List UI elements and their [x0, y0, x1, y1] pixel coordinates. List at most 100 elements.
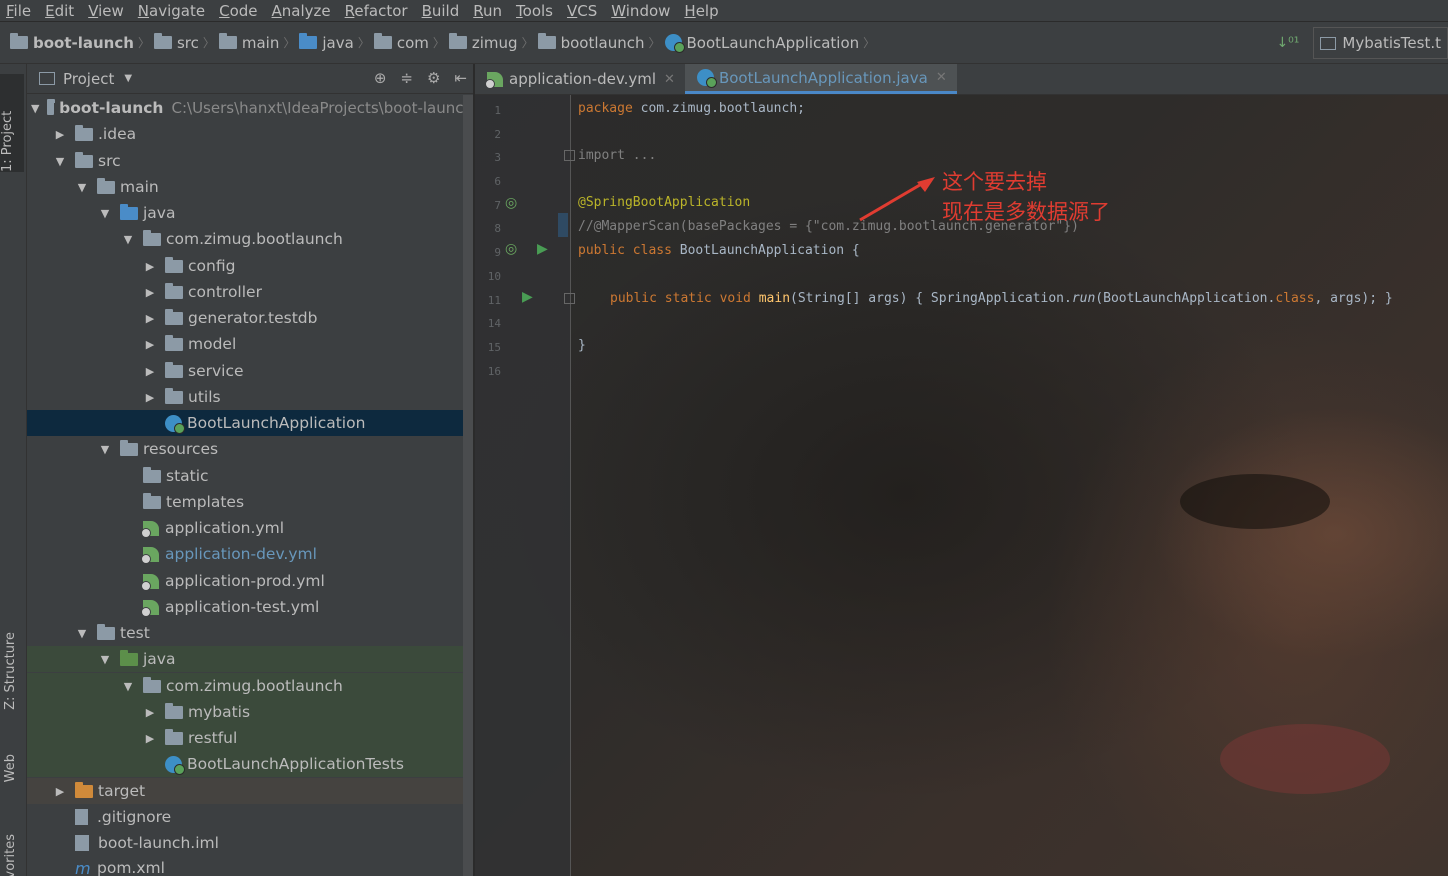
- project-panel-scrollbar[interactable]: [463, 95, 473, 876]
- menu-tools[interactable]: Tools: [516, 2, 553, 20]
- menu-code[interactable]: Code: [219, 2, 257, 20]
- spring-bean-icon[interactable]: ◎: [505, 195, 517, 211]
- code-line-7[interactable]: @SpringBootApplication: [578, 195, 750, 210]
- tree-item-target[interactable]: ▶ target: [27, 778, 473, 804]
- expand-arrow-icon[interactable]: ▶: [143, 732, 157, 745]
- chevron-down-icon[interactable]: ▼: [124, 73, 132, 84]
- tree-item-boot-launch[interactable]: ▼ boot-launch C:\Users\hanxt\IdeaProject…: [27, 95, 473, 121]
- code-line-11[interactable]: public static void main(String[] args) {…: [610, 291, 1393, 306]
- menu-view[interactable]: View: [88, 2, 124, 20]
- tree-item-java[interactable]: ▼ java: [27, 200, 473, 226]
- tree-item-gitignore[interactable]: .gitignore: [27, 804, 473, 830]
- menu-refactor[interactable]: Refactor: [345, 2, 408, 20]
- expand-arrow-icon[interactable]: ▼: [98, 653, 112, 666]
- tree-item-pom-xml[interactable]: m pom.xml: [27, 855, 473, 876]
- tree-item-application-prod-yml[interactable]: application-prod.yml: [27, 568, 473, 594]
- web-tool-window-tab[interactable]: Web: [3, 754, 18, 782]
- expand-arrow-icon[interactable]: ▼: [98, 443, 112, 456]
- run-icon[interactable]: ▶: [522, 289, 533, 305]
- tree-item-test[interactable]: ▼ test: [27, 620, 473, 646]
- tree-item-test-package[interactable]: ▼ com.zimug.bootlaunch: [27, 673, 473, 699]
- expand-arrow-icon[interactable]: ▼: [121, 233, 135, 246]
- menu-file[interactable]: File: [6, 2, 31, 20]
- expand-arrow-icon[interactable]: ▶: [53, 128, 67, 141]
- tree-item-test-java[interactable]: ▼ java: [27, 646, 473, 672]
- tree-item-config[interactable]: ▶ config: [27, 253, 473, 279]
- tree-item-generator-testdb[interactable]: ▶ generator.testdb: [27, 305, 473, 331]
- tree-item-application-test-yml[interactable]: application-test.yml: [27, 594, 473, 620]
- tree-item-bootlaunchapplicationtests[interactable]: BootLaunchApplicationTests: [27, 751, 473, 777]
- expand-arrow-icon[interactable]: ▼: [98, 207, 112, 220]
- code-line-1[interactable]: package com.zimug.bootlaunch;: [578, 101, 805, 116]
- breadcrumb-src[interactable]: src 〉: [153, 33, 215, 52]
- expand-arrow-icon[interactable]: ▶: [53, 785, 67, 798]
- tree-item-templates[interactable]: templates: [27, 489, 473, 515]
- tree-item-service[interactable]: ▶ service: [27, 358, 473, 384]
- tree-item-package[interactable]: ▼ com.zimug.bootlaunch: [27, 226, 473, 252]
- tree-item-boot-launch-iml[interactable]: boot-launch.iml: [27, 830, 473, 856]
- locate-target-icon[interactable]: ⊕: [374, 69, 387, 87]
- run-icon[interactable]: ▶: [537, 241, 548, 257]
- menu-help[interactable]: Help: [684, 2, 718, 20]
- hide-panel-icon[interactable]: ⇤: [454, 69, 467, 87]
- tree-item-resources[interactable]: ▼ resources: [27, 436, 473, 462]
- fold-icon[interactable]: [564, 150, 575, 161]
- tree-item-bootlaunchapplication[interactable]: BootLaunchApplication: [27, 410, 473, 436]
- menu-navigate[interactable]: Navigate: [138, 2, 205, 20]
- tree-item-mybatis[interactable]: ▶ mybatis: [27, 699, 473, 725]
- folded-imports[interactable]: import ...: [578, 148, 656, 163]
- expand-arrow-icon[interactable]: ▼: [53, 155, 67, 168]
- spring-bean-icon[interactable]: ◎: [505, 241, 517, 257]
- code-line-9[interactable]: public class BootLaunchApplication {: [578, 243, 860, 258]
- code-line-15[interactable]: }: [578, 338, 586, 353]
- expand-arrow-icon[interactable]: ▼: [75, 181, 89, 194]
- menu-window[interactable]: Window: [611, 2, 670, 20]
- menu-vcs[interactable]: VCS: [567, 2, 597, 20]
- expand-arrow-icon[interactable]: ▶: [143, 365, 157, 378]
- breadcrumb-bootlaunch[interactable]: bootlaunch 〉: [537, 33, 661, 52]
- expand-arrow-icon[interactable]: ▶: [143, 312, 157, 325]
- breadcrumb-java[interactable]: java 〉: [299, 33, 370, 52]
- tree-item-application-yml[interactable]: application.yml: [27, 515, 473, 541]
- favorites-tool-window-tab[interactable]: vorites: [3, 834, 18, 876]
- close-icon[interactable]: ✕: [936, 70, 947, 85]
- tab-bootlaunchapplication-java[interactable]: BootLaunchApplication.java ✕: [684, 64, 957, 94]
- project-tool-window-tab[interactable]: 1: Project: [0, 74, 24, 172]
- menu-edit[interactable]: Edit: [45, 2, 74, 20]
- tree-item-main[interactable]: ▼ main: [27, 174, 473, 200]
- sort-icon[interactable]: ↓⁰¹: [1276, 35, 1299, 51]
- expand-arrow-icon[interactable]: ▶: [143, 391, 157, 404]
- tree-item-restful[interactable]: ▶ restful: [27, 725, 473, 751]
- expand-arrow-icon[interactable]: ▼: [121, 680, 135, 693]
- fold-icon[interactable]: [564, 293, 575, 304]
- tree-item-src[interactable]: ▼ src: [27, 148, 473, 174]
- tree-item-idea[interactable]: ▶ .idea: [27, 121, 473, 147]
- breadcrumb-boot-launch[interactable]: boot-launch 〉: [10, 33, 150, 52]
- tree-item-static[interactable]: static: [27, 463, 473, 489]
- expand-arrow-icon[interactable]: ▶: [143, 338, 157, 351]
- run-configuration-selector[interactable]: MybatisTest.t: [1313, 27, 1448, 59]
- tree-item-utils[interactable]: ▶ utils: [27, 384, 473, 410]
- collapse-all-icon[interactable]: ≑: [400, 69, 413, 87]
- code-line-3[interactable]: import ...: [578, 148, 656, 163]
- structure-tool-window-tab[interactable]: Z: Structure: [3, 632, 18, 710]
- menu-run[interactable]: Run: [473, 2, 502, 20]
- breadcrumb-main[interactable]: main 〉: [218, 33, 295, 52]
- tree-item-controller[interactable]: ▶ controller: [27, 279, 473, 305]
- breadcrumb-zimug[interactable]: zimug 〉: [448, 33, 534, 52]
- project-view-selector[interactable]: Project: [63, 70, 114, 88]
- tree-item-application-dev-yml[interactable]: application-dev.yml: [27, 541, 473, 567]
- expand-arrow-icon[interactable]: ▶: [143, 286, 157, 299]
- close-icon[interactable]: ✕: [664, 72, 675, 87]
- expand-arrow-icon[interactable]: ▶: [143, 706, 157, 719]
- menu-build[interactable]: Build: [422, 2, 460, 20]
- gear-icon[interactable]: ⚙: [427, 69, 440, 87]
- tree-item-model[interactable]: ▶ model: [27, 331, 473, 357]
- menu-analyze[interactable]: Analyze: [272, 2, 331, 20]
- breadcrumb-com[interactable]: com 〉: [373, 33, 445, 52]
- expand-arrow-icon[interactable]: ▼: [31, 102, 39, 115]
- tab-application-dev-yml[interactable]: application-dev.yml ✕: [475, 64, 685, 94]
- breadcrumb-bootlaunchapplication[interactable]: BootLaunchApplication 〉: [664, 34, 875, 53]
- expand-arrow-icon[interactable]: ▼: [75, 627, 89, 640]
- expand-arrow-icon[interactable]: ▶: [143, 260, 157, 273]
